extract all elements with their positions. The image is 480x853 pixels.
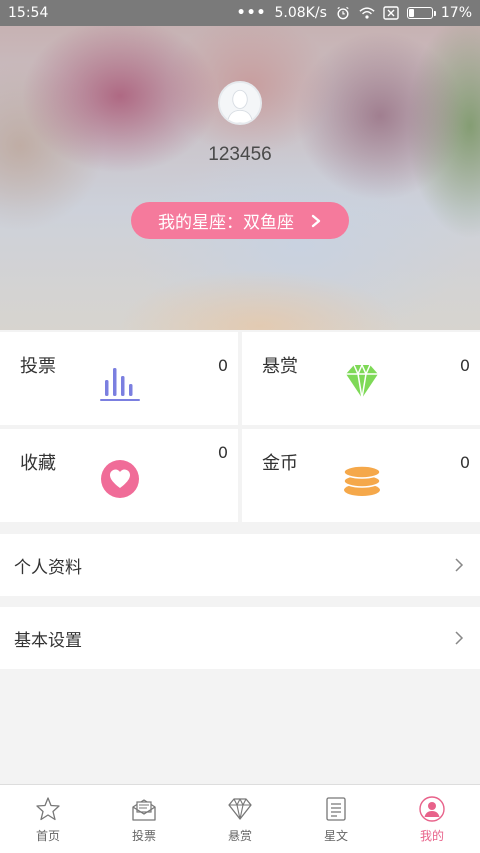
diamond-icon (346, 364, 378, 399)
document-icon (326, 796, 346, 821)
network-speed: 5.08K/s (274, 5, 327, 21)
status-bar: 15:54 ••• 5.08K/s 17% (0, 0, 480, 26)
nav-mine[interactable]: 我的 (384, 785, 480, 853)
nav-vote[interactable]: 投票 (96, 785, 192, 853)
stat-label: 投票 (20, 356, 56, 377)
stat-count: 0 (459, 453, 470, 472)
stat-label: 收藏 (20, 453, 56, 474)
nav-label: 星文 (323, 828, 348, 843)
profile-icon (419, 795, 445, 822)
stat-card-coins[interactable]: 金币 0 (242, 429, 480, 522)
basic-settings-label: 基本设置 (14, 630, 82, 651)
status-dots: ••• (236, 5, 267, 21)
bar-chart-icon (100, 368, 140, 401)
nav-articles[interactable]: 星文 (288, 785, 384, 853)
mail-vote-icon (132, 798, 156, 821)
chevron-right-icon (455, 631, 464, 645)
wifi-icon (359, 7, 375, 19)
avatar[interactable] (218, 81, 262, 125)
bottom-nav: 首页 投票 悬赏 星文 我的 (0, 784, 480, 853)
coins-icon (343, 465, 381, 496)
stat-card-vote[interactable]: 投票 0 (0, 332, 238, 425)
diamond-icon (228, 797, 252, 820)
star-icon (36, 796, 60, 820)
sim-x-icon (383, 6, 399, 20)
status-right: ••• 5.08K/s 17% (237, 5, 472, 21)
zodiac-label: 我的星座：双鱼座 (158, 213, 294, 233)
nav-label: 投票 (131, 828, 156, 843)
username: 123456 (208, 144, 272, 165)
personal-info-row[interactable]: 个人资料 (0, 534, 480, 596)
nav-label: 悬赏 (227, 828, 252, 843)
alarm-icon (337, 6, 349, 20)
stat-count: 0 (459, 356, 470, 375)
stat-card-favorite[interactable]: 收藏 0 (0, 429, 238, 522)
default-avatar-icon (220, 83, 260, 123)
stat-count: 0 (217, 356, 228, 375)
nav-reward[interactable]: 悬赏 (192, 785, 288, 853)
stat-card-reward[interactable]: 悬赏 0 (242, 332, 480, 425)
nav-label: 我的 (419, 828, 444, 843)
battery-percent: 17% (440, 5, 472, 21)
stat-label: 金币 (262, 453, 298, 474)
stats-grid: 投票 0 悬赏 0 收藏 0 金币 0 (0, 332, 480, 522)
chevron-right-icon (311, 214, 321, 227)
personal-info-label: 个人资料 (14, 557, 82, 578)
stat-count: 0 (217, 443, 228, 462)
nav-label: 首页 (35, 828, 60, 843)
battery-icon (406, 7, 436, 19)
basic-settings-row[interactable]: 基本设置 (0, 607, 480, 669)
chevron-right-icon (455, 558, 464, 572)
zodiac-button[interactable]: 我的星座：双鱼座 (131, 202, 349, 239)
profile-header: 123456 我的星座：双鱼座 (0, 26, 480, 330)
status-time: 15:54 (8, 5, 49, 21)
stat-label: 悬赏 (262, 356, 298, 377)
nav-home[interactable]: 首页 (0, 785, 96, 853)
heart-icon (101, 460, 139, 498)
